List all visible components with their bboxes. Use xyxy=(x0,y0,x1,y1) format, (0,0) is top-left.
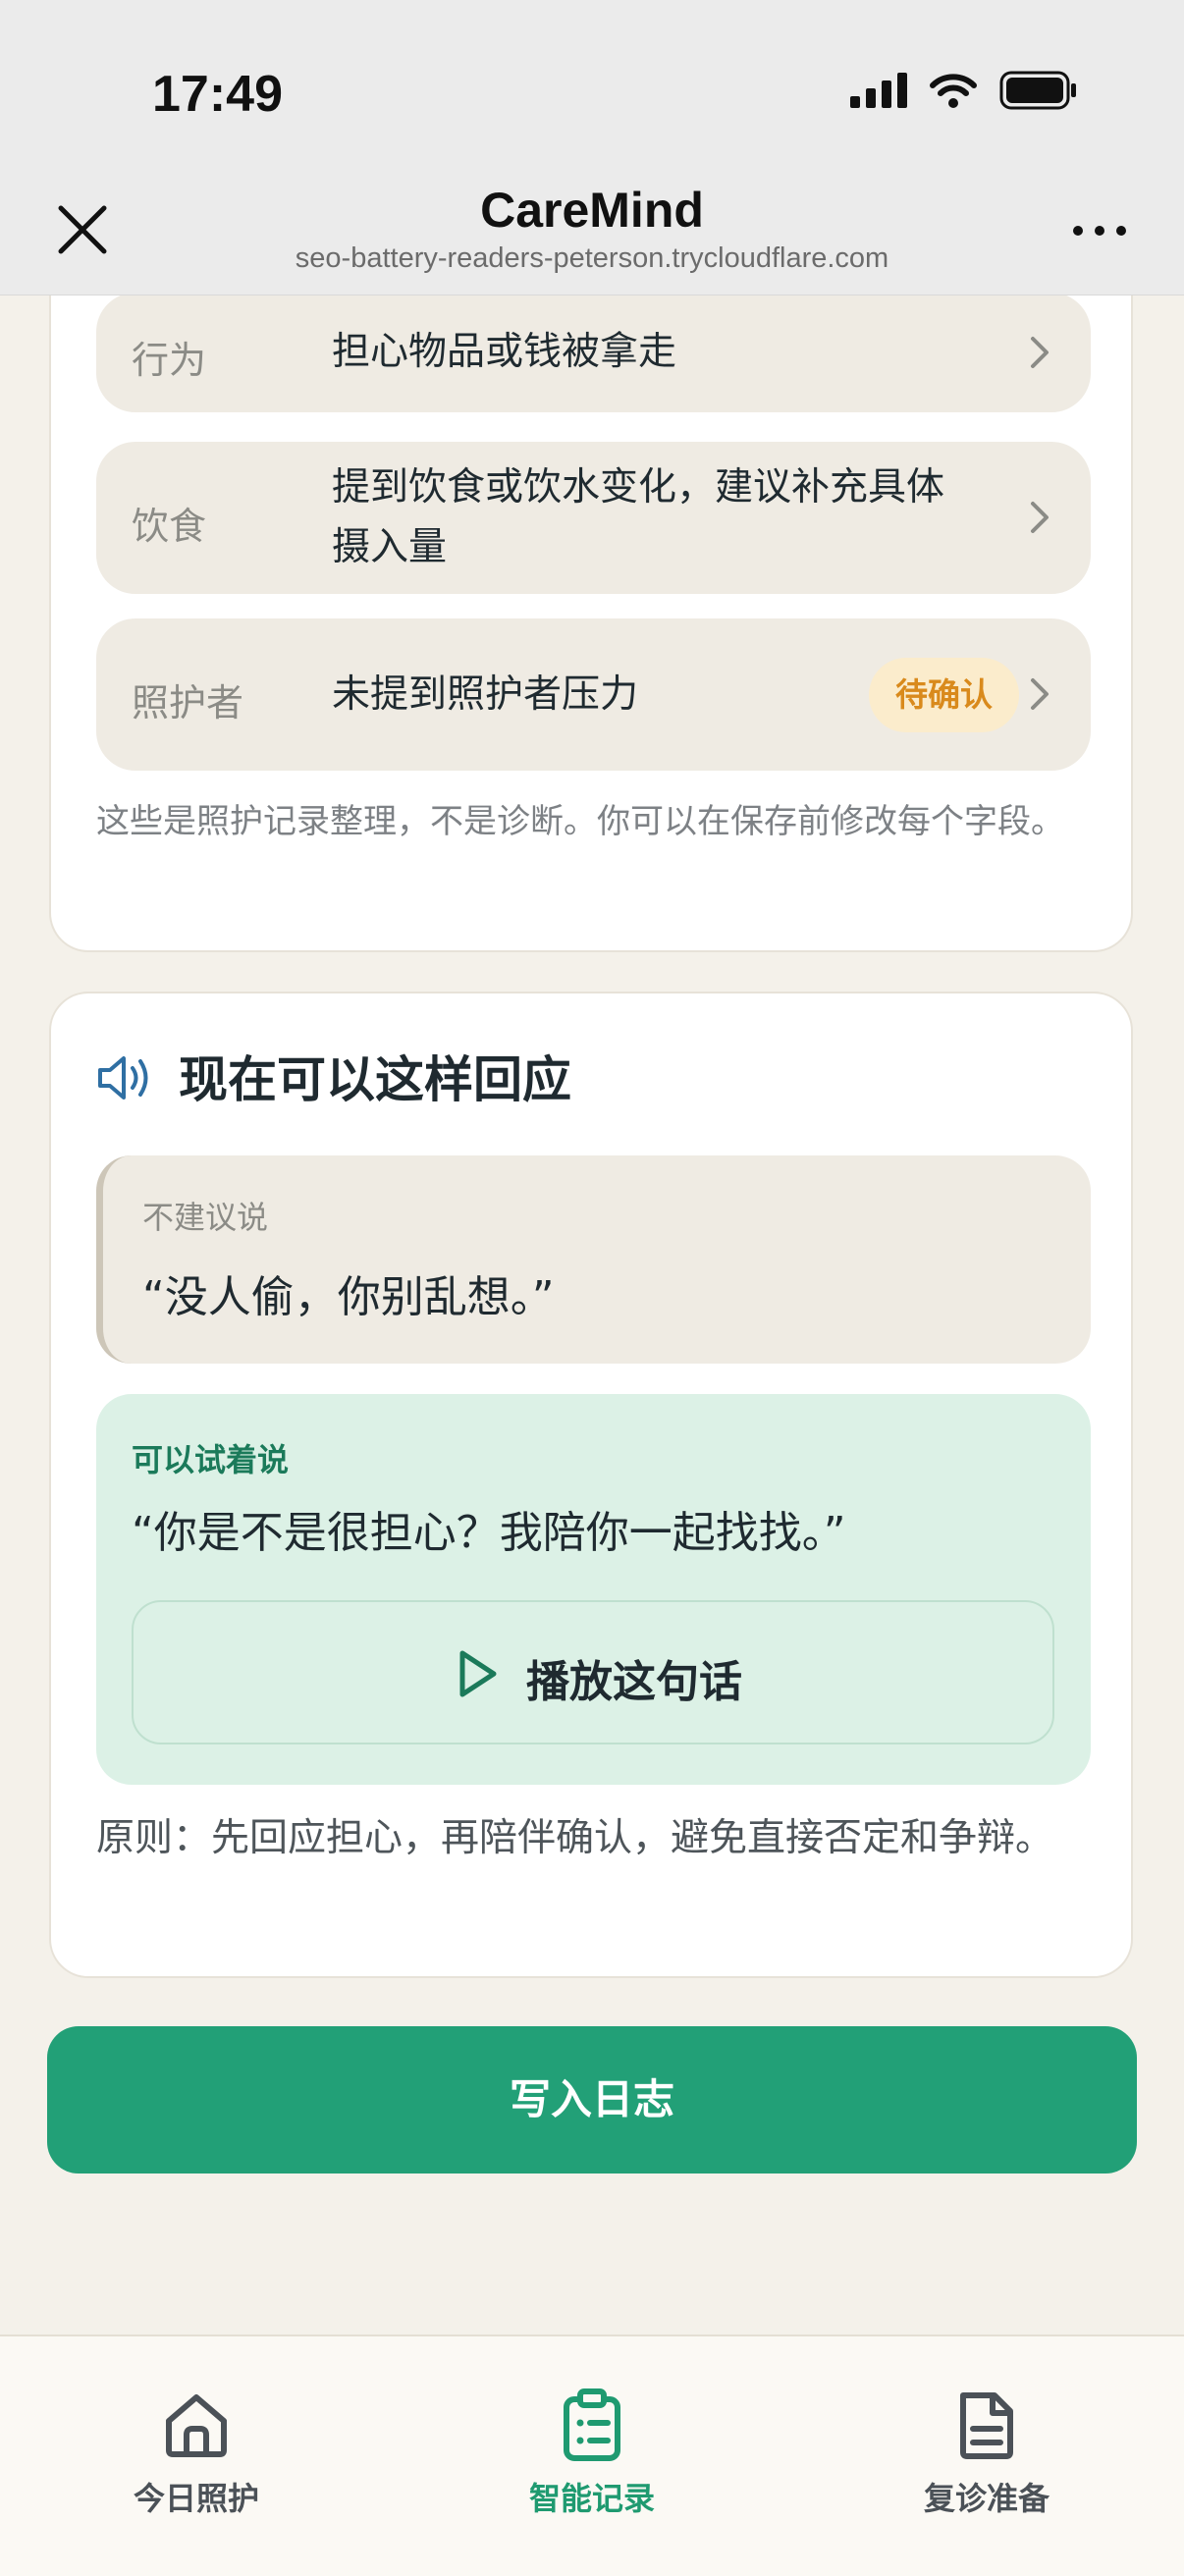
row-value: 提到饮食或饮水变化，建议补充具体摄入量 xyxy=(332,465,945,569)
section-title: 现在可以这样回应 xyxy=(179,1051,571,1108)
wifi-icon xyxy=(930,74,977,108)
status-icons xyxy=(850,71,1078,110)
speaker-icon xyxy=(98,1056,148,1100)
row-label: 行为 xyxy=(132,339,207,382)
response-card: 现在可以这样回应 不建议说 “没人偷，你别乱想。” 可以试着说 “你是不是很担心… xyxy=(49,992,1133,1978)
record-disclaimer: 这些是照护记录整理，不是诊断。你可以在保存前修改每个字段。 xyxy=(96,802,1064,841)
record-summary-card: 行为 担心物品或钱被拿走 饮食 提到饮食或饮水变化，建议补充具体摄入量 照护者 … xyxy=(49,226,1133,952)
tab-follow-up-prep[interactable]: 复诊准备 xyxy=(839,2388,1134,2519)
write-to-log-button[interactable]: 写入日志 xyxy=(47,2026,1137,2174)
response-principle: 原则：先回应担心，再陪伴确认，避免直接否定和争辩。 xyxy=(96,1816,1054,1860)
signal-icon xyxy=(850,73,907,108)
document-icon xyxy=(960,2392,1013,2459)
more-options-icon[interactable] xyxy=(1070,216,1129,245)
avoid-caption: 不建议说 xyxy=(142,1199,269,1236)
home-icon xyxy=(166,2394,227,2457)
tab-label: 复诊准备 xyxy=(923,2480,1049,2517)
record-row-diet[interactable]: 饮食 提到饮食或饮水变化，建议补充具体摄入量 xyxy=(96,442,1091,594)
row-label: 饮食 xyxy=(132,505,207,548)
chevron-right-icon xyxy=(1031,337,1049,368)
status-time: 17:49 xyxy=(152,66,283,123)
suggest-caption: 可以试着说 xyxy=(132,1441,290,1478)
tab-label: 智能记录 xyxy=(528,2480,655,2517)
chevron-right-icon xyxy=(1031,678,1049,710)
clipboard-icon xyxy=(564,2388,620,2461)
record-row-behavior[interactable]: 行为 担心物品或钱被拿走 xyxy=(96,293,1091,412)
play-icon xyxy=(459,1650,497,1697)
chevron-right-icon xyxy=(1031,502,1049,533)
record-row-caregiver[interactable]: 照护者 未提到照护者压力 待确认 xyxy=(96,618,1091,771)
page-url: seo-battery-readers-peterson.trycloudfla… xyxy=(295,242,889,274)
tab-smart-record[interactable]: 智能记录 xyxy=(445,2388,739,2519)
suggest-quote: “你是不是很担心？我陪你一起找找。” xyxy=(132,1508,846,1558)
row-value: 担心物品或钱被拿走 xyxy=(332,330,677,374)
row-label: 照护者 xyxy=(132,681,244,724)
status-badge: 待确认 xyxy=(869,658,1019,732)
browser-header: 17:49 CareMind seo-battery-readers-peter… xyxy=(0,0,1184,295)
avoid-quote: “没人偷，你别乱想。” xyxy=(142,1272,555,1322)
play-phrase-button[interactable]: 播放这句话 xyxy=(132,1600,1054,1744)
battery-icon xyxy=(999,71,1076,110)
suggested-phrase-box: 可以试着说 “你是不是很担心？我陪你一起找找。” 播放这句话 xyxy=(96,1394,1091,1785)
play-button-label: 播放这句话 xyxy=(526,1657,742,1707)
tab-label: 今日照护 xyxy=(133,2480,259,2517)
row-value: 未提到照护者压力 xyxy=(332,672,639,717)
tab-today-care[interactable]: 今日照护 xyxy=(49,2388,344,2519)
bottom-tab-bar: 今日照护 智能记录 复诊准备 xyxy=(0,2334,1184,2576)
avoid-phrase-box: 不建议说 “没人偷，你别乱想。” xyxy=(96,1155,1091,1364)
page-title: CareMind xyxy=(480,183,704,238)
